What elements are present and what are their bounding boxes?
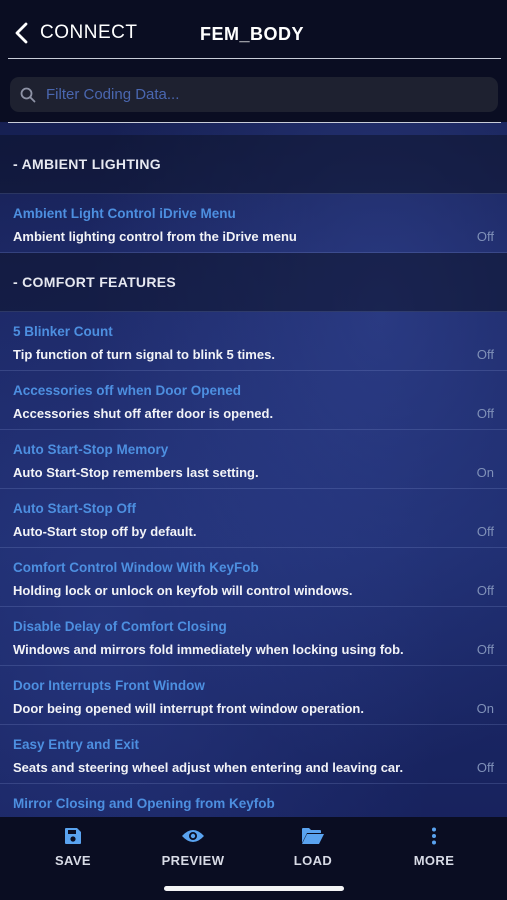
item-title: Comfort Control Window With KeyFob <box>13 560 259 575</box>
item-title: Accessories off when Door Opened <box>13 383 242 398</box>
coding-list: - AMBIENT LIGHTING Ambient Light Control… <box>0 135 507 843</box>
item-title: Disable Delay of Comfort Closing <box>13 619 227 634</box>
item-title: Auto Start-Stop Off <box>13 501 136 516</box>
search-icon <box>20 87 36 102</box>
back-button[interactable]: CONNECT <box>14 22 137 44</box>
item-title: Door Interrupts Front Window <box>13 678 205 693</box>
list-item[interactable]: Accessories off when Door Opened Accesso… <box>0 371 507 430</box>
item-value: On <box>476 701 494 716</box>
item-description: Seats and steering wheel adjust when ent… <box>13 760 404 775</box>
search-input[interactable] <box>44 85 488 104</box>
search-divider <box>8 122 501 123</box>
item-value: Off <box>476 229 494 244</box>
more-vertical-icon <box>432 827 436 845</box>
item-value: Off <box>476 406 494 421</box>
item-description: Tip function of turn signal to blink 5 t… <box>13 347 275 362</box>
list-item[interactable]: Comfort Control Window With KeyFob Holdi… <box>0 548 507 607</box>
save-button[interactable]: SAVE <box>28 827 118 868</box>
item-title: Auto Start-Stop Memory <box>13 442 169 457</box>
item-title: Ambient Light Control iDrive Menu <box>13 206 236 221</box>
list-item[interactable]: Auto Start-Stop Memory Auto Start-Stop r… <box>0 430 507 489</box>
back-label: CONNECT <box>40 22 138 43</box>
item-value: Off <box>476 642 494 657</box>
item-description: Accessories shut off after door is opene… <box>13 406 274 421</box>
list-item[interactable]: Auto Start-Stop Off Auto-Start stop off … <box>0 489 507 548</box>
item-description: Auto-Start stop off by default. <box>13 524 197 539</box>
page-title: FEM_BODY <box>200 24 305 44</box>
item-description: Windows and mirrors fold immediately whe… <box>13 642 404 657</box>
eye-icon <box>182 830 204 842</box>
preview-button[interactable]: PREVIEW <box>148 827 238 868</box>
home-indicator[interactable] <box>164 886 344 891</box>
section-header-comfort-features: - COMFORT FEATURES <box>0 253 507 312</box>
item-description: Holding lock or unlock on keyfob will co… <box>13 583 353 598</box>
save-label: SAVE <box>54 853 92 868</box>
save-icon <box>65 828 81 844</box>
header-divider <box>8 58 501 59</box>
item-value: Off <box>476 347 494 362</box>
section-header-ambient-lighting: - AMBIENT LIGHTING <box>0 135 507 194</box>
item-title: Easy Entry and Exit <box>13 737 140 752</box>
item-description: Door being opened will interrupt front w… <box>13 701 364 716</box>
load-label: LOAD <box>293 853 333 868</box>
item-value: Off <box>476 760 494 775</box>
item-title: Mirror Closing and Opening from Keyfob <box>13 796 275 811</box>
more-label: MORE <box>413 853 455 868</box>
list-item[interactable]: Easy Entry and Exit Seats and steering w… <box>0 725 507 784</box>
item-value: Off <box>476 583 494 598</box>
more-button[interactable]: MORE <box>389 827 479 868</box>
chevron-left-icon <box>15 22 28 44</box>
item-description: Auto Start-Stop remembers last setting. <box>13 465 259 480</box>
item-description: Ambient lighting control from the iDrive… <box>13 229 297 244</box>
item-value: On <box>476 465 494 480</box>
item-title: 5 Blinker Count <box>13 324 113 339</box>
list-item[interactable]: Door Interrupts Front Window Door being … <box>0 666 507 725</box>
list-item[interactable]: Ambient Light Control iDrive Menu Ambien… <box>0 194 507 253</box>
folder-open-icon <box>302 828 324 844</box>
preview-label: PREVIEW <box>161 853 225 868</box>
item-value: Off <box>476 524 494 539</box>
list-item[interactable]: 5 Blinker Count Tip function of turn sig… <box>0 312 507 371</box>
search-bar[interactable] <box>10 77 498 112</box>
load-button[interactable]: LOAD <box>268 827 358 868</box>
list-item[interactable]: Disable Delay of Comfort Closing Windows… <box>0 607 507 666</box>
